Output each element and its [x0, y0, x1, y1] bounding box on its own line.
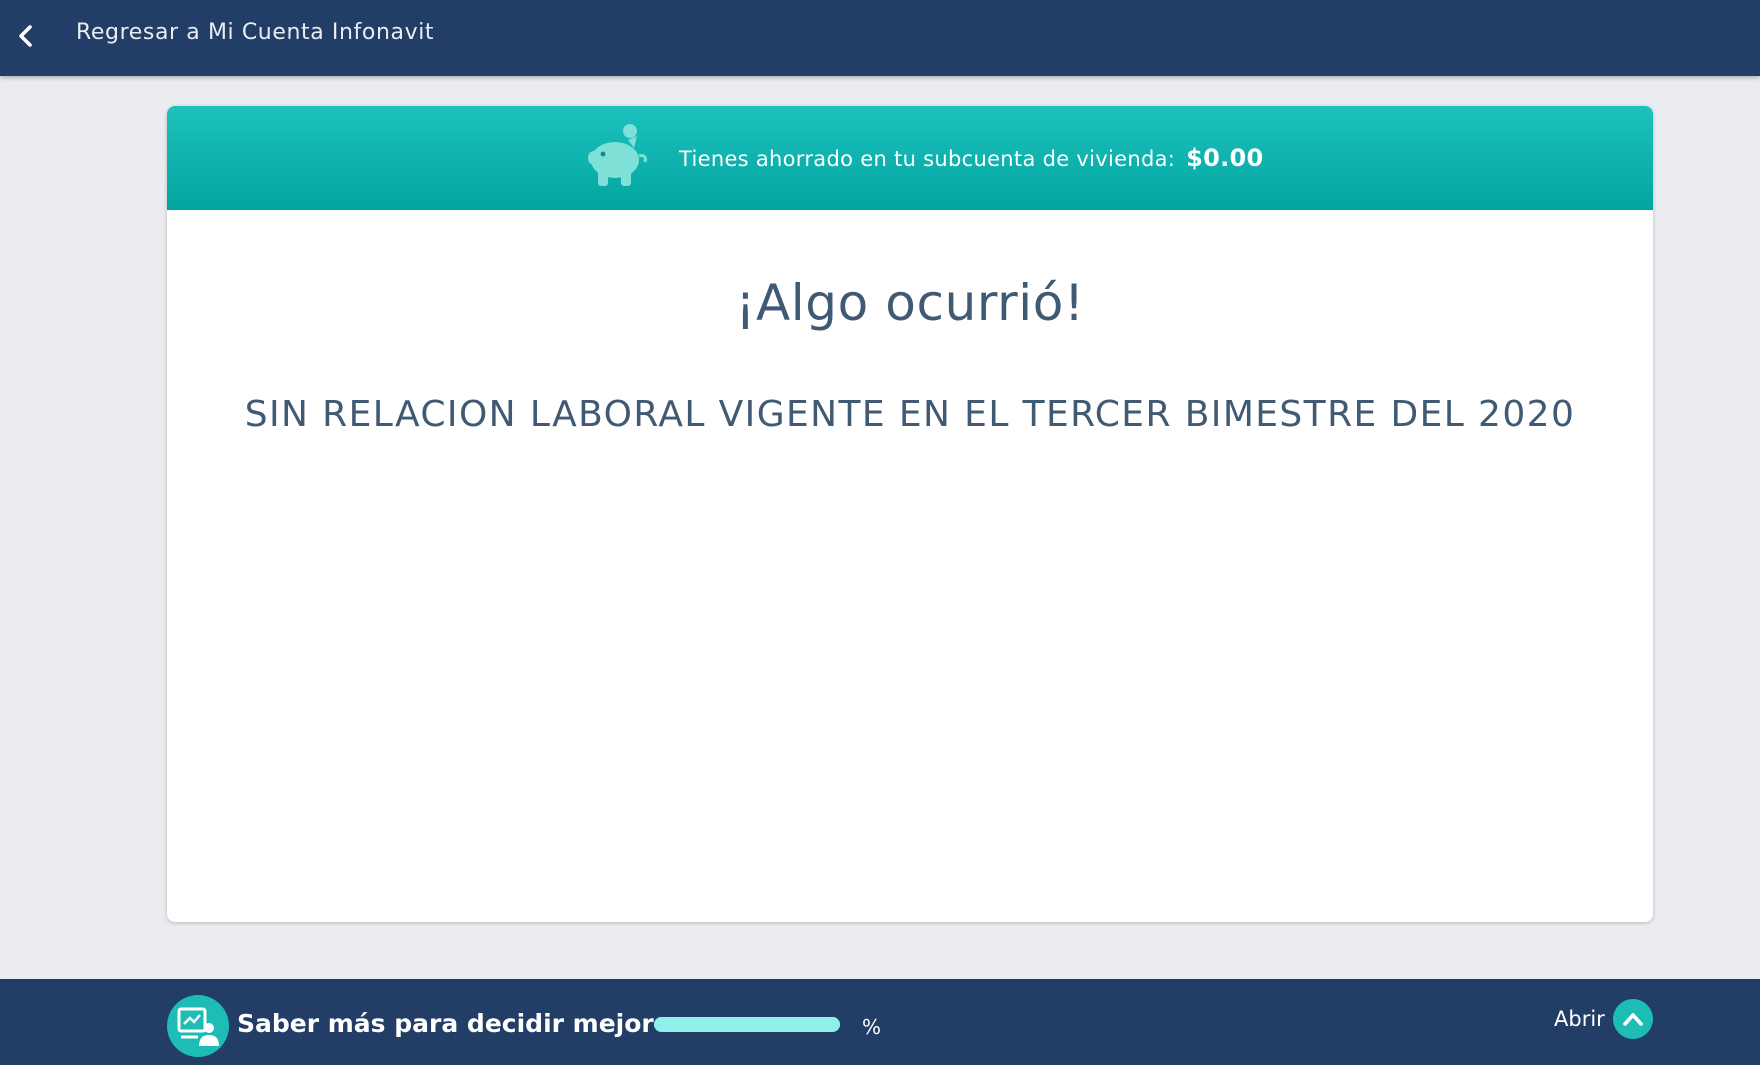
progress-percent: % — [862, 1015, 882, 1039]
bottom-info-bar: Saber más para decidir mejor % Abrir — [0, 979, 1760, 1065]
savings-amount: $0.00 — [1186, 144, 1264, 172]
chevron-up-icon — [1623, 1013, 1643, 1026]
piggy-bank-icon — [588, 124, 647, 186]
top-navigation-bar: Regresar a Mi Cuenta Infonavit — [0, 0, 1760, 76]
progress-bar-fill — [654, 1017, 840, 1032]
main-card: Tienes ahorrado en tu subcuenta de vivie… — [167, 106, 1653, 922]
presentation-icon-badge — [167, 995, 229, 1057]
savings-banner: Tienes ahorrado en tu subcuenta de vivie… — [167, 106, 1653, 210]
open-button[interactable] — [1613, 999, 1653, 1039]
error-message: SIN RELACION LABORAL VIGENTE EN EL TERCE… — [244, 394, 1576, 435]
open-label[interactable]: Abrir — [1554, 1007, 1605, 1031]
progress-bar — [654, 1017, 840, 1032]
back-button[interactable] — [8, 18, 44, 54]
savings-label: Tienes ahorrado en tu subcuenta de vivie… — [679, 147, 1176, 171]
savings-text: Tienes ahorrado en tu subcuenta de vivie… — [679, 144, 1264, 172]
error-title: ¡Algo ocurrió! — [735, 274, 1085, 332]
presentation-icon — [177, 1007, 219, 1046]
footer-title: Saber más para decidir mejor — [237, 1009, 654, 1038]
back-link-label[interactable]: Regresar a Mi Cuenta Infonavit — [76, 20, 434, 45]
chevron-left-icon — [19, 25, 32, 47]
